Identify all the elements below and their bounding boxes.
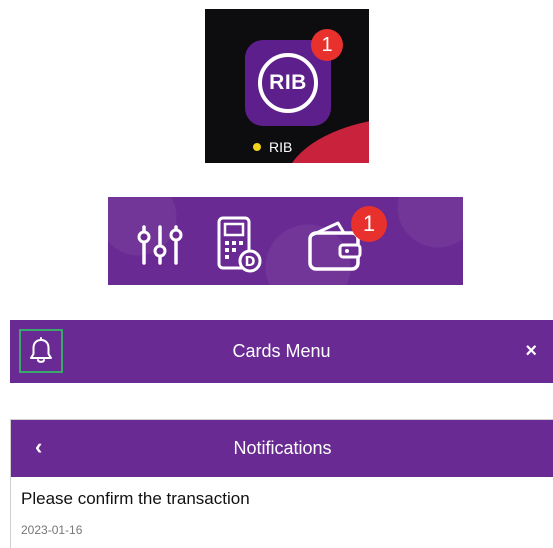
purple-toolbar: D 1 [108,197,463,285]
rib-logo-text: RIB [269,71,307,94]
app-label: RIB [253,139,292,155]
notifications-screen: Notifications ‹ Please confirm the trans… [10,419,553,548]
wallet-notification-badge: 1 [351,206,387,242]
back-button[interactable]: ‹ [35,434,42,460]
bell-icon [30,337,52,363]
sliders-icon[interactable] [136,223,184,267]
app-name: RIB [269,139,293,155]
app-notification-badge: 1 [311,29,343,61]
page: RIB 1 RIB D 1 Cards Menu × Notifications… [0,0,553,548]
notifications-bell-button[interactable] [19,329,63,373]
home-screen-crop: RIB 1 RIB [205,9,369,163]
svg-text:D: D [245,255,256,270]
cards-menu-header: Cards Menu × [10,320,553,383]
cards-menu-title: Cards Menu [232,341,331,361]
notification-date: 2023-01-16 [21,523,83,537]
rib-logo-ring: RIB [258,53,318,113]
notifications-title: Notifications [233,438,332,458]
close-button[interactable]: × [525,340,537,363]
pos-terminal-icon[interactable]: D [216,215,262,275]
notification-message[interactable]: Please confirm the transaction [21,489,250,509]
notifications-header: Notifications ‹ [11,420,553,477]
new-update-dot [253,143,261,151]
